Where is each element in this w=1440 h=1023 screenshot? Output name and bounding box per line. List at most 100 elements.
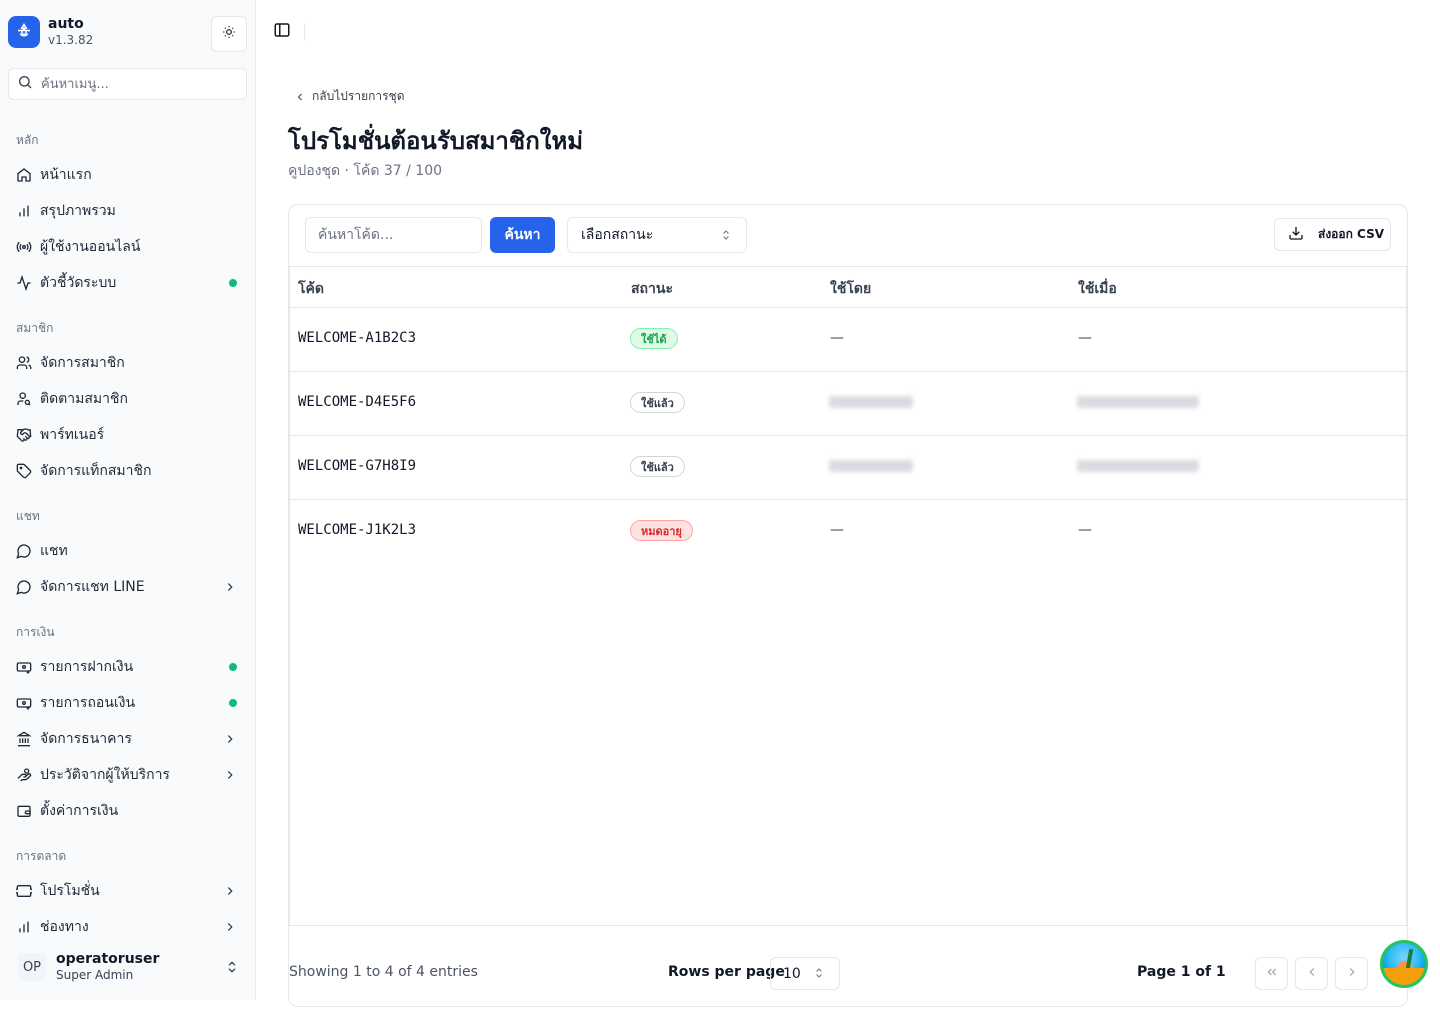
table-row-used-by: —	[830, 330, 844, 346]
next-page-button[interactable]	[1335, 957, 1368, 990]
sidebar-item-channels[interactable]: ช่องทาง	[8, 911, 247, 943]
sidebar-item-label: โปรโมชั่น	[40, 883, 100, 899]
message-circle-icon	[16, 579, 32, 595]
deposit-icon	[16, 659, 32, 675]
sidebar-item-label: ช่องทาง	[40, 919, 89, 935]
chevrons-up-down-icon	[720, 228, 732, 246]
panel-left-icon	[273, 21, 291, 43]
sidebar-item-label: ติดตามสมาชิก	[40, 391, 128, 407]
sidebar-item-label: พาร์ทเนอร์	[40, 427, 105, 443]
previous-page-button[interactable]	[1295, 957, 1328, 990]
sidebar-item-home[interactable]: หน้าแรก	[8, 159, 247, 191]
download-icon	[1288, 225, 1304, 244]
app-version: v1.3.82	[48, 33, 94, 47]
column-header-status[interactable]: สถานะ	[631, 278, 673, 300]
page-subtitle: คูปองชุด · โค้ด 37 / 100	[288, 163, 443, 179]
sidebar-item-label: จัดการสมาชิก	[40, 355, 125, 371]
sidebar-item-label: สรุปภาพรวม	[40, 203, 116, 219]
tag-icon	[16, 463, 32, 479]
status-badge: ใช้แล้ว	[630, 392, 685, 413]
bar-chart-icon	[16, 919, 32, 935]
toggle-sidebar-button[interactable]	[272, 22, 292, 42]
status-badge: หมดอายุ	[630, 520, 693, 541]
sidebar: auto v1.3.82 หลัก หน้าแรก สรุปภาพรวม ผู้…	[0, 0, 256, 1000]
sidebar-item-finance-settings[interactable]: ตั้งค่าการเงิน	[8, 795, 247, 827]
page-info: Page 1 of 1	[1137, 964, 1226, 980]
status-badge: ใช้แล้ว	[630, 456, 685, 477]
status-dot	[229, 663, 237, 671]
brand[interactable]: auto v1.3.82	[8, 16, 93, 48]
codes-table	[289, 266, 1407, 926]
export-csv-label: ส่งออก CSV	[1318, 227, 1384, 241]
menu-search-input[interactable]	[41, 76, 231, 92]
sidebar-item-banks[interactable]: จัดการธนาคาร	[8, 723, 247, 755]
chevrons-up-down-icon	[813, 966, 825, 984]
user-search-icon	[16, 391, 32, 407]
sand-shape	[1383, 968, 1425, 985]
nav-group-label-main: หลัก	[16, 133, 39, 147]
sidebar-item-member-tags[interactable]: จัดการแท็กสมาชิก	[8, 455, 247, 487]
sidebar-item-line-chat[interactable]: จัดการแชท LINE	[8, 571, 247, 603]
entries-summary: Showing 1 to 4 of 4 entries	[289, 964, 478, 980]
column-header-used-at[interactable]: ใช้เมื่อ	[1078, 278, 1117, 300]
theme-toggle-button[interactable]	[211, 16, 247, 52]
table-header-divider	[290, 307, 1406, 308]
chevron-right-icon	[1345, 965, 1359, 983]
sidebar-item-system-metrics[interactable]: ตัวชี้วัดระบบ	[8, 267, 247, 299]
redacted-used-at	[1077, 460, 1199, 472]
table-row-used-at: —	[1078, 522, 1092, 538]
sidebar-item-provider-history[interactable]: ประวัติจากผู้ให้บริการ	[8, 759, 247, 791]
chevron-right-icon	[223, 884, 237, 898]
sidebar-item-manage-members[interactable]: จัดการสมาชิก	[8, 347, 247, 379]
rows-per-page-select[interactable]: 10	[770, 957, 840, 990]
chevrons-up-down-icon	[225, 959, 239, 979]
sidebar-item-label: จัดการแท็กสมาชิก	[40, 463, 152, 479]
floating-assistant-icon[interactable]	[1380, 940, 1428, 988]
sidebar-item-partners[interactable]: พาร์ทเนอร์	[8, 419, 247, 451]
app-logo-icon	[8, 16, 40, 48]
column-header-used-by[interactable]: ใช้โดย	[830, 278, 871, 300]
sidebar-item-promotions[interactable]: โปรโมชั่น	[8, 875, 247, 907]
code-search-input[interactable]	[305, 217, 482, 253]
table-row-code: WELCOME-J1K2L3	[298, 522, 417, 538]
status-select-value: เลือกสถานะ	[581, 227, 654, 243]
radio-icon	[16, 239, 32, 255]
sidebar-item-track-members[interactable]: ติดตามสมาชิก	[8, 383, 247, 415]
sidebar-item-withdrawals[interactable]: รายการถอนเงิน	[8, 687, 247, 719]
sidebar-item-overview[interactable]: สรุปภาพรวม	[8, 195, 247, 227]
sidebar-item-label: รายการฝากเงิน	[40, 659, 134, 675]
table-row-code: WELCOME-A1B2C3	[298, 330, 417, 346]
menu-search[interactable]	[8, 68, 247, 100]
user-name: operatoruser	[56, 951, 160, 967]
sidebar-item-chat[interactable]: แชท	[8, 535, 247, 567]
export-csv-button[interactable]: ส่งออก CSV	[1274, 218, 1391, 251]
sidebar-item-online-users[interactable]: ผู้ใช้งานออนไลน์	[8, 231, 247, 263]
chevron-left-icon	[297, 93, 302, 100]
topbar-divider	[304, 23, 305, 41]
user-menu[interactable]: OP operatoruser Super Admin	[8, 944, 247, 990]
sidebar-item-deposits[interactable]: รายการฝากเงิน	[8, 651, 247, 683]
table-row-used-at: —	[1078, 330, 1092, 346]
chevrons-left-icon	[1265, 965, 1279, 983]
column-header-code[interactable]: โค้ด	[298, 278, 324, 300]
status-select[interactable]: เลือกสถานะ	[567, 217, 747, 253]
nav-group-label-members: สมาชิก	[16, 321, 54, 335]
search-button[interactable]: ค้นหา	[490, 217, 555, 253]
first-page-button[interactable]	[1255, 957, 1288, 990]
chevron-left-icon	[1305, 965, 1319, 983]
chevron-right-icon	[223, 768, 237, 782]
handshake-icon	[16, 427, 32, 443]
sidebar-item-label: ประวัติจากผู้ให้บริการ	[40, 767, 170, 783]
back-link[interactable]: กลับไปรายการชุด	[294, 87, 405, 106]
user-role: Super Admin	[56, 968, 134, 982]
wallet-icon	[16, 803, 32, 819]
nav-group-label-finance: การเงิน	[16, 625, 55, 639]
nav-group-label-marketing: การตลาด	[16, 849, 67, 863]
table-row-divider	[290, 371, 1406, 372]
table-row-used-by: —	[830, 522, 844, 538]
ticket-icon	[16, 883, 32, 899]
app-name: auto	[48, 16, 84, 32]
sidebar-item-label: รายการถอนเงิน	[40, 695, 136, 711]
sidebar-item-label: จัดการธนาคาร	[40, 731, 132, 747]
search-icon	[17, 74, 33, 94]
